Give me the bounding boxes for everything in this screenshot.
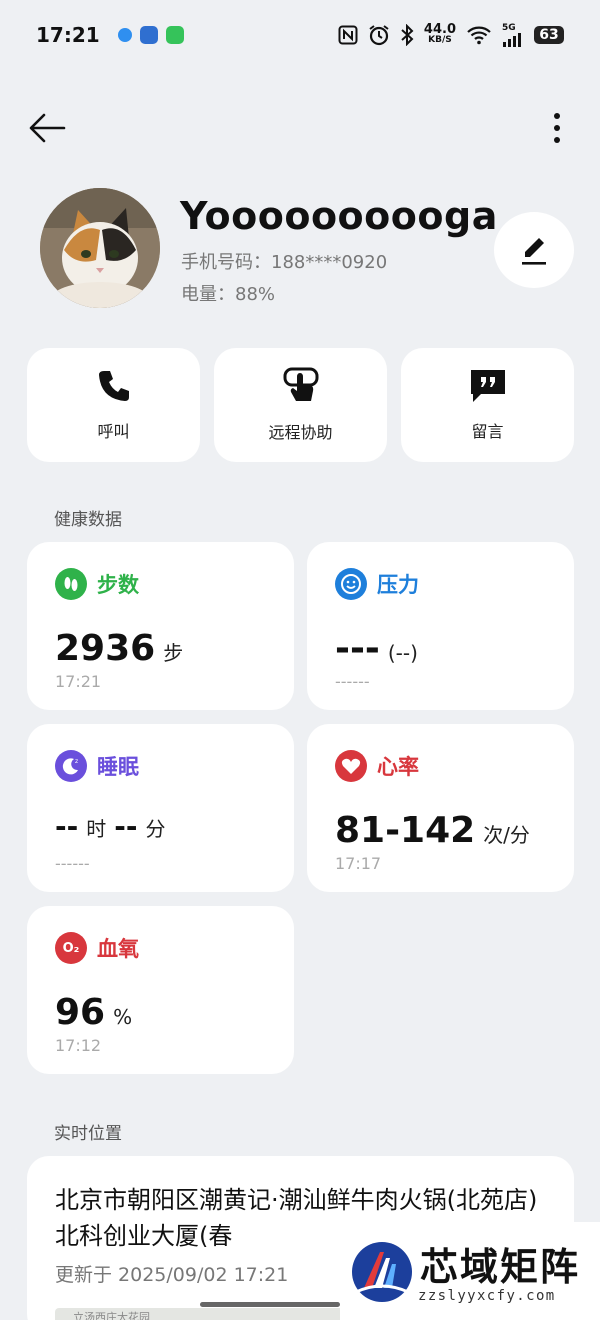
sleep-card[interactable]: z 睡眠 -- 时 -- 分 ------ xyxy=(27,724,294,892)
net-speed: 44.0 KB/S xyxy=(423,22,456,45)
shield-user-icon xyxy=(139,26,158,44)
map-preview[interactable]: 立汤西庄大花园 xyxy=(55,1308,355,1320)
more-options-icon[interactable] xyxy=(542,106,572,150)
stress-time: ------ xyxy=(335,672,370,691)
blood-oxygen-value-row: 96 % xyxy=(55,992,132,1033)
footprints-icon xyxy=(55,568,87,600)
watermark: 芯域矩阵 zzslyyxcfy.com xyxy=(340,1222,600,1320)
heart-rate-value: 81-142 xyxy=(335,810,476,851)
sleep-minutes-unit: 分 xyxy=(145,817,166,841)
watermark-title: 芯域矩阵 xyxy=(420,1245,581,1289)
cat-avatar-image xyxy=(40,188,160,308)
network-type: 5G xyxy=(502,22,516,33)
heart-rate-time: 17:17 xyxy=(335,854,382,873)
heart-rate-value-row: 81-142 次/分 xyxy=(335,810,530,851)
heart-rate-card-header: 心率 xyxy=(335,750,419,782)
blood-oxygen-unit: % xyxy=(113,1005,133,1029)
moon-sleep-icon: z xyxy=(55,750,87,782)
stress-value: --- xyxy=(335,628,380,669)
stress-unit: (--) xyxy=(387,641,418,665)
avatar[interactable] xyxy=(40,188,160,308)
sleep-time: ------ xyxy=(55,854,90,873)
steps-title: 步数 xyxy=(97,573,139,597)
net-speed-unit: KB/S xyxy=(428,35,452,45)
profile-section: Yoooooooooga 手机号码：188****0920 电量：88% xyxy=(40,186,574,310)
heart-icon xyxy=(335,750,367,782)
leave-message-label: 留言 xyxy=(471,422,504,441)
profile-phone: 手机号码：188****0920 xyxy=(181,252,388,273)
sleep-card-header: z 睡眠 xyxy=(55,750,139,782)
alarm-icon xyxy=(369,25,389,46)
app-notification-icon xyxy=(117,28,132,42)
location-updated-time: 更新于 2025/09/02 17:21 xyxy=(55,1264,289,1286)
signal-icon xyxy=(503,32,521,47)
heart-rate-unit: 次/分 xyxy=(483,823,530,847)
blood-oxygen-value: 96 xyxy=(55,992,106,1033)
steps-time: 17:21 xyxy=(55,672,102,691)
blood-oxygen-title: 血氧 xyxy=(97,937,139,961)
steps-unit: 步 xyxy=(163,641,184,665)
steps-card[interactable]: 步数 2936 步 17:21 xyxy=(27,542,294,710)
remote-assist-label: 远程协助 xyxy=(268,423,333,442)
edit-pencil-icon xyxy=(522,238,546,265)
home-indicator[interactable] xyxy=(200,1302,340,1307)
bluetooth-icon xyxy=(401,24,414,46)
blood-oxygen-card-header: O₂ 血氧 xyxy=(55,932,139,964)
back-arrow-icon[interactable] xyxy=(26,106,70,150)
status-time: 17:21 xyxy=(36,23,100,47)
sleep-minutes-value: -- xyxy=(114,810,138,843)
touch-hand-icon xyxy=(283,367,318,401)
phone-icon xyxy=(98,371,129,401)
stress-value-row: --- (--) xyxy=(335,628,418,669)
battery-indicator: 63 xyxy=(534,26,564,44)
sleep-value-row: -- 时 -- 分 xyxy=(55,810,166,843)
wifi-icon xyxy=(467,26,491,45)
net-speed-value: 44.0 xyxy=(423,22,456,37)
watermark-logo-icon xyxy=(352,1242,412,1302)
message-quote-icon xyxy=(470,370,505,402)
oxygen-icon: O₂ xyxy=(55,932,87,964)
steps-value-row: 2936 步 xyxy=(55,628,183,669)
sleep-title: 睡眠 xyxy=(97,755,139,779)
remote-assist-button[interactable]: 远程协助 xyxy=(214,348,387,462)
sleep-hours-value: -- xyxy=(55,810,79,843)
profile-name: Yoooooooooga xyxy=(180,194,498,238)
status-bar: 17:21 44.0 KB/S 5G 63 xyxy=(0,0,600,70)
sleep-hours-unit: 时 xyxy=(86,817,107,841)
top-bar xyxy=(0,100,600,156)
stress-title: 压力 xyxy=(377,573,419,597)
blood-oxygen-card[interactable]: O₂ 血氧 96 % 17:12 xyxy=(27,906,294,1074)
heart-rate-card[interactable]: 心率 81-142 次/分 17:17 xyxy=(307,724,574,892)
svg-text:z: z xyxy=(75,758,78,765)
heart-rate-title: 心率 xyxy=(377,755,419,779)
steps-value: 2936 xyxy=(55,628,156,669)
status-right: 44.0 KB/S 5G 63 xyxy=(338,22,564,47)
call-button[interactable]: 呼叫 xyxy=(27,348,200,462)
nfc-icon xyxy=(338,25,358,45)
leave-message-button[interactable]: 留言 xyxy=(401,348,574,462)
stress-card-header: 压力 xyxy=(335,568,419,600)
location-section-title: 实时位置 xyxy=(54,1124,122,1144)
profile-battery: 电量：88% xyxy=(181,284,276,305)
call-label: 呼叫 xyxy=(97,422,130,441)
edit-button[interactable] xyxy=(494,212,574,288)
signal-group: 5G xyxy=(502,22,524,47)
notification-icons xyxy=(117,26,184,44)
stress-card[interactable]: 压力 --- (--) ------ xyxy=(307,542,574,710)
blood-oxygen-time: 17:12 xyxy=(55,1036,102,1055)
smiley-face-icon xyxy=(335,568,367,600)
health-section-title: 健康数据 xyxy=(54,510,122,530)
message-app-icon xyxy=(165,26,184,44)
action-bar: 呼叫 远程协助 留言 xyxy=(27,348,574,462)
watermark-url: zzslyyxcfy.com xyxy=(418,1288,556,1304)
steps-card-header: 步数 xyxy=(55,568,139,600)
